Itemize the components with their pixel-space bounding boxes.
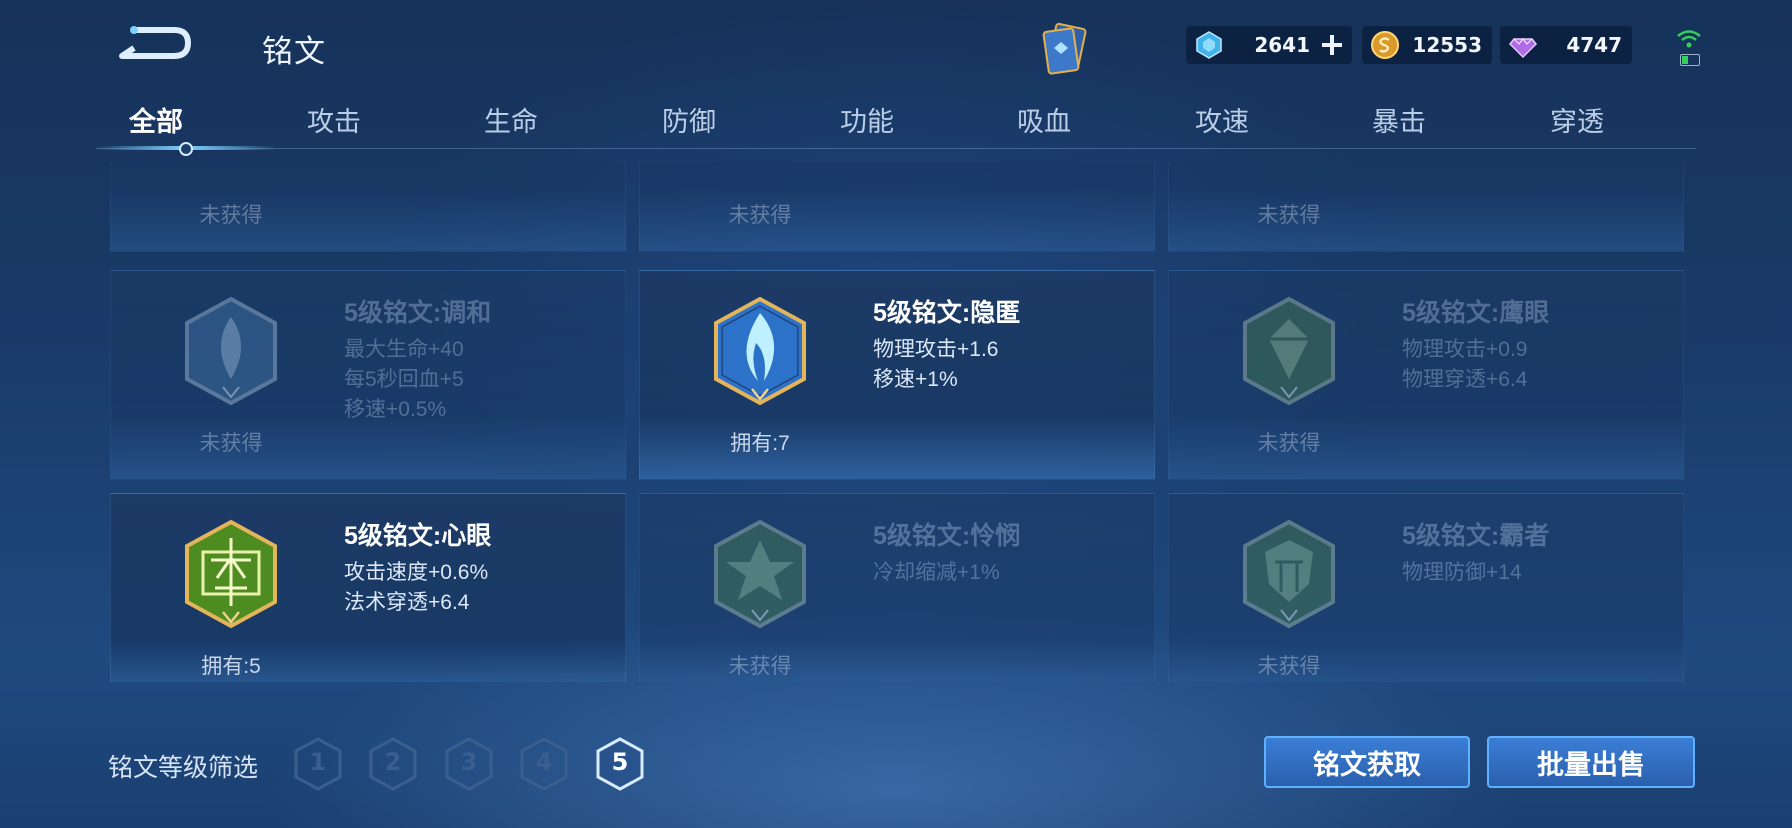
rune-status: 未获得 bbox=[1257, 432, 1321, 455]
tab-attack-speed[interactable]: 攻速 bbox=[1162, 100, 1282, 139]
rune-stealth-icon bbox=[714, 296, 806, 406]
rune-deck-icon[interactable] bbox=[1036, 18, 1094, 80]
rune-attribute: 法术穿透+6.4 bbox=[344, 591, 470, 614]
tab-lifesteal[interactable]: 吸血 bbox=[984, 100, 1104, 139]
gem-balance: 2641 bbox=[1186, 26, 1352, 64]
rune-status: 未获得 bbox=[728, 655, 792, 678]
level-filter-label: 铭文等级筛选 bbox=[108, 754, 259, 782]
purple-diamond-icon bbox=[1508, 38, 1538, 59]
gold-coin-icon bbox=[1371, 31, 1399, 59]
level-filter-3[interactable]: 3 bbox=[443, 736, 495, 792]
rune-attribute: 每5秒回血+5 bbox=[344, 368, 464, 391]
rune-attribute: 移速+1% bbox=[873, 368, 958, 391]
rune-name: 5级铭文:隐匿 bbox=[873, 299, 1021, 327]
tab-defense[interactable]: 防御 bbox=[629, 100, 749, 139]
rune-owned-count: 拥有:7 bbox=[730, 432, 790, 455]
level-number: 5 bbox=[611, 748, 629, 776]
battery-icon bbox=[1680, 54, 1700, 66]
level-number: 3 bbox=[460, 748, 478, 776]
coin-balance: 12553 bbox=[1362, 26, 1492, 64]
level-filter-4[interactable]: 4 bbox=[518, 736, 570, 792]
rune-attribute: 物理攻击+1.6 bbox=[873, 338, 999, 361]
acquire-rune-button[interactable]: 铭文获取 bbox=[1264, 736, 1470, 788]
tab-health[interactable]: 生命 bbox=[451, 100, 571, 139]
wifi-icon bbox=[1677, 30, 1701, 48]
add-gem-icon[interactable] bbox=[1320, 33, 1344, 57]
tab-critical[interactable]: 暴击 bbox=[1339, 100, 1459, 139]
level-number: 4 bbox=[535, 748, 553, 776]
level-filter-2[interactable]: 2 bbox=[367, 736, 419, 792]
rune-card[interactable]: 未获得 bbox=[1168, 162, 1684, 252]
diamond-count: 4747 bbox=[1566, 33, 1622, 57]
bulk-sell-button[interactable]: 批量出售 bbox=[1487, 736, 1695, 788]
rune-status: 未获得 bbox=[1257, 204, 1321, 227]
diamond-balance: 4747 bbox=[1500, 26, 1632, 64]
rune-name: 5级铭文:怜悯 bbox=[873, 522, 1021, 550]
rune-status: 未获得 bbox=[199, 204, 263, 227]
rune-card-overlord[interactable]: 5级铭文:霸者 物理防御+14 未获得 bbox=[1168, 493, 1684, 682]
rune-harmony-icon bbox=[185, 296, 277, 406]
rune-attribute: 物理防御+14 bbox=[1402, 561, 1522, 584]
rune-name: 5级铭文:霸者 bbox=[1402, 522, 1550, 550]
rune-card-harmony[interactable]: 5级铭文:调和 最大生命+40 每5秒回血+5 移速+0.5% 未获得 bbox=[110, 270, 626, 480]
rune-card[interactable]: 未获得 bbox=[639, 162, 1155, 252]
rune-status: 未获得 bbox=[728, 204, 792, 227]
rune-name: 5级铭文:调和 bbox=[344, 299, 492, 327]
level-filter-5[interactable]: 5 bbox=[594, 736, 646, 792]
gem-count: 2641 bbox=[1254, 33, 1310, 57]
rune-attribute: 物理穿透+6.4 bbox=[1402, 368, 1528, 391]
rune-attribute: 最大生命+40 bbox=[344, 338, 464, 361]
level-filter-1[interactable]: 1 bbox=[292, 736, 344, 792]
rune-attribute: 冷却缩减+1% bbox=[873, 561, 1000, 584]
rune-attribute: 移速+0.5% bbox=[344, 398, 447, 421]
rune-owned-count: 拥有:5 bbox=[201, 655, 261, 678]
rune-mind-eye-icon bbox=[185, 519, 277, 629]
tab-all[interactable]: 全部 bbox=[96, 100, 216, 139]
tab-attack[interactable]: 攻击 bbox=[274, 100, 394, 139]
rune-status: 未获得 bbox=[199, 432, 263, 455]
tab-divider bbox=[96, 148, 1696, 149]
rune-card-mind-eye[interactable]: 5级铭文:心眼 攻击速度+0.6% 法术穿透+6.4 拥有:5 bbox=[110, 493, 626, 682]
category-tabs: 全部 攻击 生命 防御 功能 吸血 攻速 暴击 穿透 bbox=[96, 100, 1696, 150]
rune-overlord-icon bbox=[1243, 519, 1335, 629]
rune-mercy-icon bbox=[714, 519, 806, 629]
rune-card-hawkeye[interactable]: 5级铭文:鹰眼 物理攻击+0.9 物理穿透+6.4 未获得 bbox=[1168, 270, 1684, 480]
rune-card-mercy[interactable]: 5级铭文:怜悯 冷却缩减+1% 未获得 bbox=[639, 493, 1155, 682]
back-button[interactable] bbox=[112, 22, 194, 64]
tab-utility[interactable]: 功能 bbox=[807, 100, 927, 139]
page-title: 铭文 bbox=[262, 34, 326, 69]
level-number: 1 bbox=[309, 748, 327, 776]
rune-card[interactable]: 未获得 bbox=[110, 162, 626, 252]
rune-card-stealth[interactable]: 5级铭文:隐匿 物理攻击+1.6 移速+1% 拥有:7 bbox=[639, 270, 1155, 480]
rune-attribute: 物理攻击+0.9 bbox=[1402, 338, 1528, 361]
tab-penetration[interactable]: 穿透 bbox=[1517, 100, 1637, 139]
rune-grid[interactable]: 未获得 未获得 未获得 5级铭文:调和 最大生命+40 每5秒回血+5 移速+0… bbox=[110, 162, 1685, 682]
level-number: 2 bbox=[384, 748, 402, 776]
rune-attribute: 攻击速度+0.6% bbox=[344, 561, 489, 584]
blue-gem-icon bbox=[1196, 31, 1222, 59]
rune-name: 5级铭文:心眼 bbox=[344, 522, 492, 550]
rune-hawkeye-icon bbox=[1243, 296, 1335, 406]
back-arrow-icon bbox=[119, 26, 191, 59]
coin-count: 12553 bbox=[1412, 33, 1482, 57]
rune-name: 5级铭文:鹰眼 bbox=[1402, 299, 1550, 327]
rune-status: 未获得 bbox=[1257, 655, 1321, 678]
active-tab-indicator-dot bbox=[179, 142, 193, 156]
